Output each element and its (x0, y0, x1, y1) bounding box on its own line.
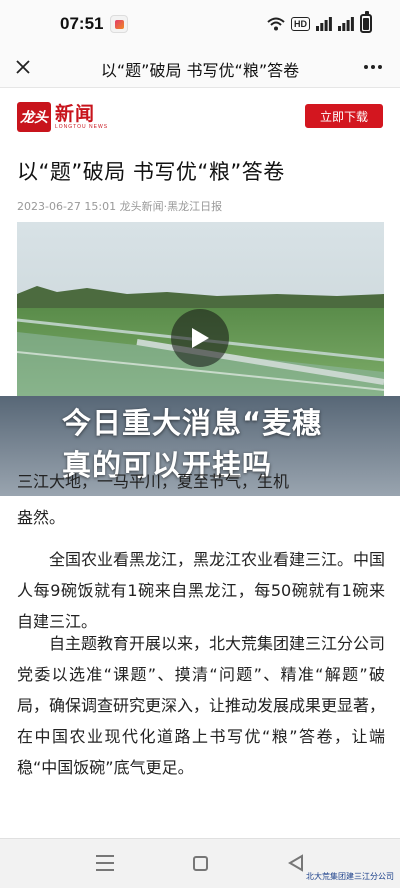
play-button[interactable] (171, 309, 229, 367)
more-options-button[interactable] (360, 54, 386, 80)
hd-network-badge: HD (291, 16, 310, 31)
more-dot (378, 65, 382, 69)
menu-line (96, 855, 114, 857)
menu-line (96, 869, 114, 871)
system-nav-bar: 北大荒集团建三江分公司 (0, 838, 400, 888)
back-button[interactable] (288, 854, 304, 872)
logo-title: 新闻 (55, 102, 96, 125)
article-paragraph-1: 全国农业看黑龙江，黑龙江农业看建三江。中国人每9碗饭就有1碗来自黑龙江，每50碗… (17, 550, 386, 631)
more-dots-icon (364, 65, 368, 69)
news-header: 龙头 新闻 LONGTOU NEWS 立即下载 (0, 88, 400, 144)
status-time: 07:51 (60, 14, 104, 33)
watermark: 北大荒集团建三江分公司 (306, 872, 394, 881)
signal-icon (316, 16, 332, 31)
article-fragment-line-2: 盎然。 (17, 508, 66, 527)
logo-text: 新闻 LONGTOU NEWS (55, 104, 108, 131)
battery-icon (360, 11, 372, 33)
home-button[interactable] (193, 856, 208, 871)
menu-line (96, 862, 114, 864)
news-logo: 龙头 新闻 LONGTOU NEWS (17, 102, 108, 132)
title-bar: 以“题”破局 书写优“粮”答卷 (0, 46, 400, 88)
wifi-icon (267, 17, 285, 30)
article-meta: 2023-06-27 15:01 龙头新闻·黑龙江日报 (17, 200, 223, 213)
article-video[interactable] (17, 222, 384, 396)
play-icon (192, 328, 209, 348)
status-bar: 07:51 HD (0, 0, 400, 46)
status-icons: HD (267, 11, 372, 33)
signal-icon-2 (338, 16, 354, 31)
page-title: 以“题”破局 书写优“粮”答卷 (100, 61, 300, 80)
recent-apps-button[interactable] (96, 855, 114, 871)
download-button[interactable]: 立即下载 (305, 104, 383, 128)
logo-mark: 龙头 (17, 102, 51, 132)
more-dot (371, 65, 375, 69)
article-paragraph-2: 自主题教育开展以来，北大荒集团建三江分公司党委以选准“课题”、摸清“问题”、精准… (17, 634, 386, 777)
article-fragment-line-1: 三江大地，一马平川，夏至节气，生机 (17, 472, 290, 491)
logo-subtitle: LONGTOU NEWS (55, 123, 109, 130)
article-title: 以“题”破局 书写优“粮”答卷 (17, 160, 285, 184)
app-notification-icon (110, 15, 128, 33)
